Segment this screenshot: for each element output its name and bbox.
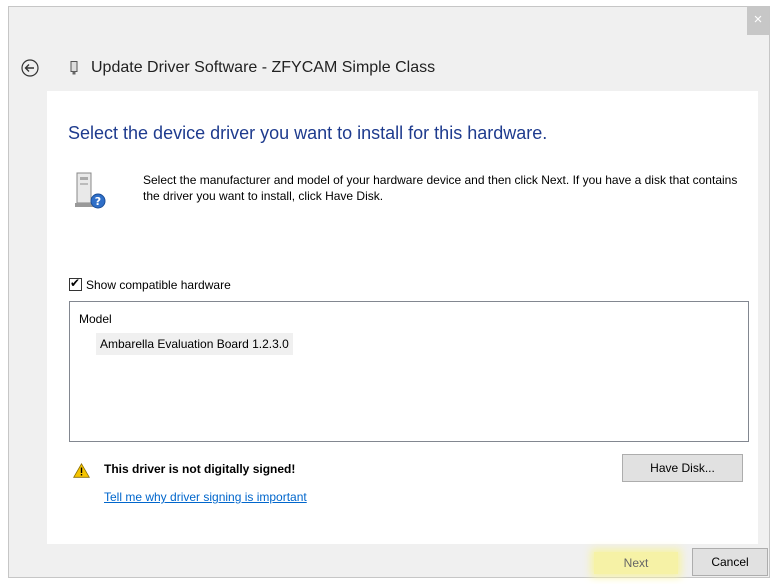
- close-button[interactable]: ×: [747, 7, 769, 35]
- cancel-button[interactable]: Cancel: [692, 548, 768, 576]
- model-column-header: Model: [79, 312, 112, 326]
- hardware-question-icon: ?: [75, 172, 106, 209]
- close-icon: ×: [753, 11, 763, 28]
- page-heading: Select the device driver you want to ins…: [68, 123, 548, 143]
- unsigned-warning-text: This driver is not digitally signed!: [104, 462, 296, 476]
- title-bar: Update Driver Software - ZFYCAM Simple C…: [9, 53, 749, 83]
- model-list[interactable]: Model Ambarella Evaluation Board 1.2.3.0: [69, 301, 749, 442]
- svg-text:?: ?: [95, 195, 101, 208]
- have-disk-button[interactable]: Have Disk...: [622, 454, 743, 482]
- instructions-text: Select the manufacturer and model of you…: [143, 173, 738, 203]
- show-compatible-checkbox[interactable]: ✔: [69, 276, 82, 291]
- driver-signing-link[interactable]: Tell me why driver signing is important: [104, 490, 307, 504]
- checkmark-icon: ✔: [70, 276, 81, 290]
- list-item[interactable]: Ambarella Evaluation Board 1.2.3.0: [96, 333, 293, 355]
- next-button[interactable]: Next: [594, 552, 678, 574]
- dialog-footer: Next Cancel: [9, 544, 769, 578]
- back-arrow-icon[interactable]: [21, 59, 39, 77]
- show-compatible-row[interactable]: ✔ Show compatible hardware: [69, 276, 231, 294]
- window-title: Update Driver Software - ZFYCAM Simple C…: [91, 59, 436, 76]
- show-compatible-label: Show compatible hardware: [86, 278, 231, 292]
- usb-device-icon: [70, 61, 78, 75]
- warning-triangle-icon: [73, 463, 90, 478]
- content-panel: Select the device driver you want to ins…: [47, 91, 758, 544]
- update-driver-dialog: × Update Driver Software - ZFYCAM Simple…: [8, 6, 770, 578]
